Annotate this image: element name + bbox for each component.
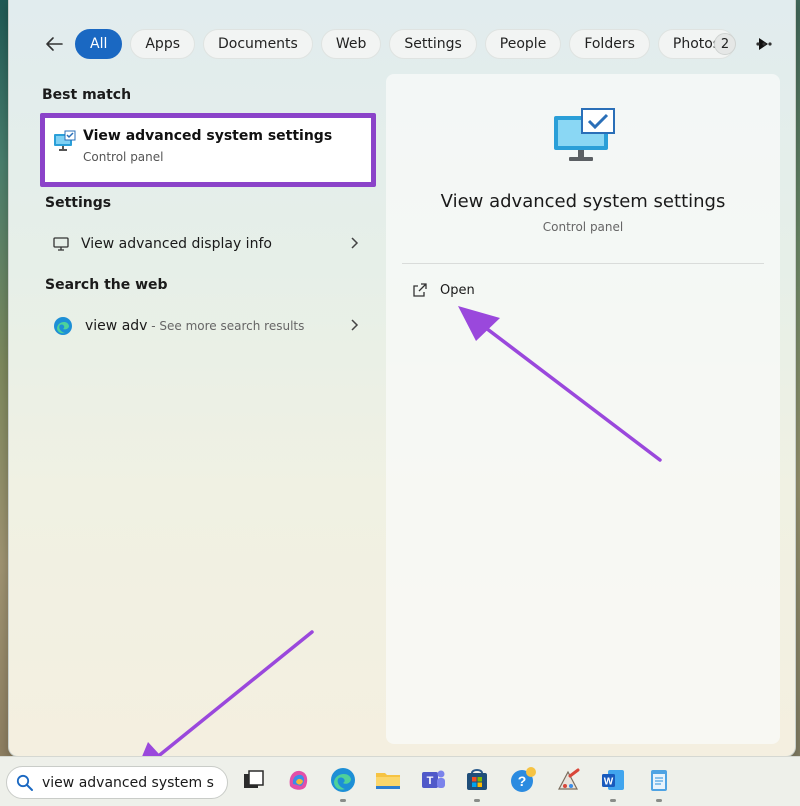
best-match-title: View advanced system settings [83,128,333,144]
web-hint-text: - See more search results [147,319,305,333]
filter-chip-settings[interactable]: Settings [389,29,477,59]
monitor-settings-icon [54,130,76,151]
file-explorer-icon[interactable] [374,766,402,794]
search-icon [16,774,33,791]
task-view-icon[interactable] [240,766,268,794]
settings-result-label: View advanced display info [81,236,272,252]
svg-text:T: T [427,775,434,787]
best-match-result[interactable]: View advanced system settings Control pa… [40,113,376,187]
ellipsis-icon [756,42,772,46]
help-icon[interactable]: ? [509,766,537,794]
chevron-right-icon [351,319,359,331]
web-query-label: view adv - See more search results [85,318,305,334]
search-query-text: view advanced system setti [42,774,214,791]
detail-subtitle: Control panel [542,220,624,234]
web-result-row[interactable]: view adv - See more search results [53,311,363,341]
svg-text:?: ? [518,773,527,789]
back-arrow-icon [46,37,63,51]
settings-result-display-info[interactable]: View advanced display info [53,229,363,259]
back-button[interactable] [39,29,69,59]
search-panel: All Apps Documents Web Settings People F… [8,0,796,757]
edge-running-indicator [340,799,346,802]
open-action-label: Open [440,282,475,298]
monitor-icon [53,237,69,251]
detail-divider [402,263,764,264]
edge-icon [54,317,72,335]
open-external-icon [413,283,427,297]
filter-chip-folders[interactable]: Folders [569,29,650,59]
notepad-running-indicator [656,799,662,802]
filter-chip-people[interactable]: People [484,29,562,59]
filter-chip-apps[interactable]: Apps [130,29,196,59]
rewards-badge[interactable]: 2 [714,33,736,55]
best-match-subtitle: Control panel [83,150,164,164]
monitor-settings-icon [554,108,615,161]
notepad-icon[interactable] [645,766,673,794]
paint-icon[interactable] [554,766,582,794]
filter-chip-all[interactable]: All [75,29,123,59]
search-web-heading: Search the web [45,277,168,293]
word-running-indicator [610,799,616,802]
detail-pane: View advanced system settings Control pa… [386,74,780,744]
filter-bar: All Apps Documents Web Settings People F… [39,28,777,60]
settings-heading: Settings [45,195,112,211]
store-running-indicator [474,799,480,802]
edge-icon[interactable] [329,766,357,794]
taskbar: view advanced system setti T ? [0,756,800,806]
copilot-icon[interactable] [284,766,312,794]
best-match-heading: Best match [42,87,132,103]
taskbar-search-box[interactable]: view advanced system setti [6,766,228,799]
detail-title: View advanced system settings [440,191,726,212]
filter-chip-web[interactable]: Web [320,29,382,59]
more-options-button[interactable] [751,33,777,55]
open-action[interactable]: Open [412,282,475,298]
chevron-right-icon [351,237,359,249]
word-icon[interactable]: W [599,766,627,794]
svg-text:W: W [604,777,614,788]
filter-chip-documents[interactable]: Documents [203,29,313,59]
teams-icon[interactable]: T [419,766,447,794]
microsoft-store-icon[interactable] [463,766,491,794]
